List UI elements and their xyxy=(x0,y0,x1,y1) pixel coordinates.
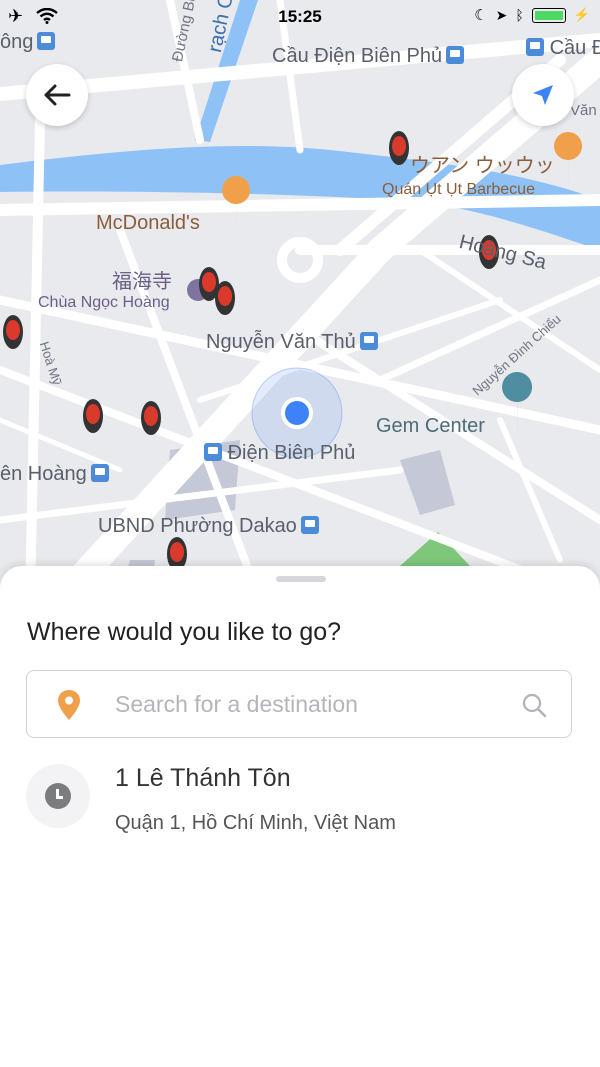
battery-icon xyxy=(531,7,566,23)
bus-stop-icon xyxy=(90,464,109,482)
destination-search[interactable] xyxy=(26,670,572,738)
bus-stop-icon xyxy=(446,46,465,64)
map-label: ウアン ウッウッ xyxy=(410,155,555,177)
bus-stop-icon xyxy=(526,38,544,56)
sheet-handle[interactable] xyxy=(276,576,326,582)
clock-icon xyxy=(45,783,71,809)
motorbike-icon xyxy=(141,401,161,435)
recent-destination-item[interactable]: 1 Lê Thánh Tôn Quận 1, Hồ Chí Minh, Việt… xyxy=(0,756,600,836)
map-view[interactable]: ông Đường Bùi rạch Cầ Cầu Điện Biên Phủ … xyxy=(0,0,600,600)
map-label: Cầu Đ xyxy=(522,38,600,58)
navigation-arrow-icon xyxy=(533,85,553,105)
location-pin-icon xyxy=(58,690,80,720)
map-label: Điện Biên Phủ xyxy=(200,443,355,463)
charging-icon: ⚡ xyxy=(573,7,590,22)
motorbike-icon xyxy=(389,131,409,165)
moon-icon: ☾ xyxy=(474,7,488,24)
map-label: 福海寺 xyxy=(112,271,172,293)
map-label: Nguyễn Văn Thủ xyxy=(206,332,378,352)
location-arrow-icon: ➤ xyxy=(495,6,508,23)
map-label: UBND Phường Dakao xyxy=(98,516,319,536)
map-label: ên Hoàng xyxy=(0,464,109,484)
map-label: McDonald's xyxy=(96,212,200,234)
map-label: Văn xyxy=(570,102,597,119)
back-arrow-icon xyxy=(44,84,71,106)
bus-stop-icon xyxy=(37,32,56,50)
bus-stop-icon xyxy=(300,516,319,534)
map-label: Cầu Điện Biên Phủ xyxy=(272,46,465,66)
destination-sheet: Where would you like to go? 1 Lê Thánh T… xyxy=(0,566,600,1067)
status-right-icons: ☾ ➤ ᛒ ⚡ xyxy=(474,6,590,25)
motorbike-icon xyxy=(215,281,235,315)
bluetooth-icon: ᛒ xyxy=(515,7,524,23)
map-label: Chùa Ngọc Hoàng xyxy=(38,294,170,311)
map-label: Quán Ụt Ụt Barbecue xyxy=(382,181,535,198)
status-bar: ✈ 15:25 ☾ ➤ ᛒ ⚡ xyxy=(0,0,600,34)
map-label: ông xyxy=(0,32,56,52)
bus-stop-icon xyxy=(359,332,378,350)
recent-icon-wrap xyxy=(26,764,90,828)
recent-destination-subtitle: Quận 1, Hồ Chí Minh, Việt Nam xyxy=(115,812,396,834)
sheet-heading: Where would you like to go? xyxy=(27,618,342,646)
motorbike-icon xyxy=(83,399,103,433)
recent-destination-title: 1 Lê Thánh Tôn xyxy=(115,764,291,792)
motorbike-icon xyxy=(3,315,23,349)
bus-stop-icon xyxy=(204,443,222,461)
back-button[interactable] xyxy=(26,64,88,126)
map-label: Gem Center xyxy=(376,415,485,437)
my-location-button[interactable] xyxy=(512,64,574,126)
search-icon[interactable] xyxy=(521,692,547,718)
search-input[interactable] xyxy=(115,685,495,723)
